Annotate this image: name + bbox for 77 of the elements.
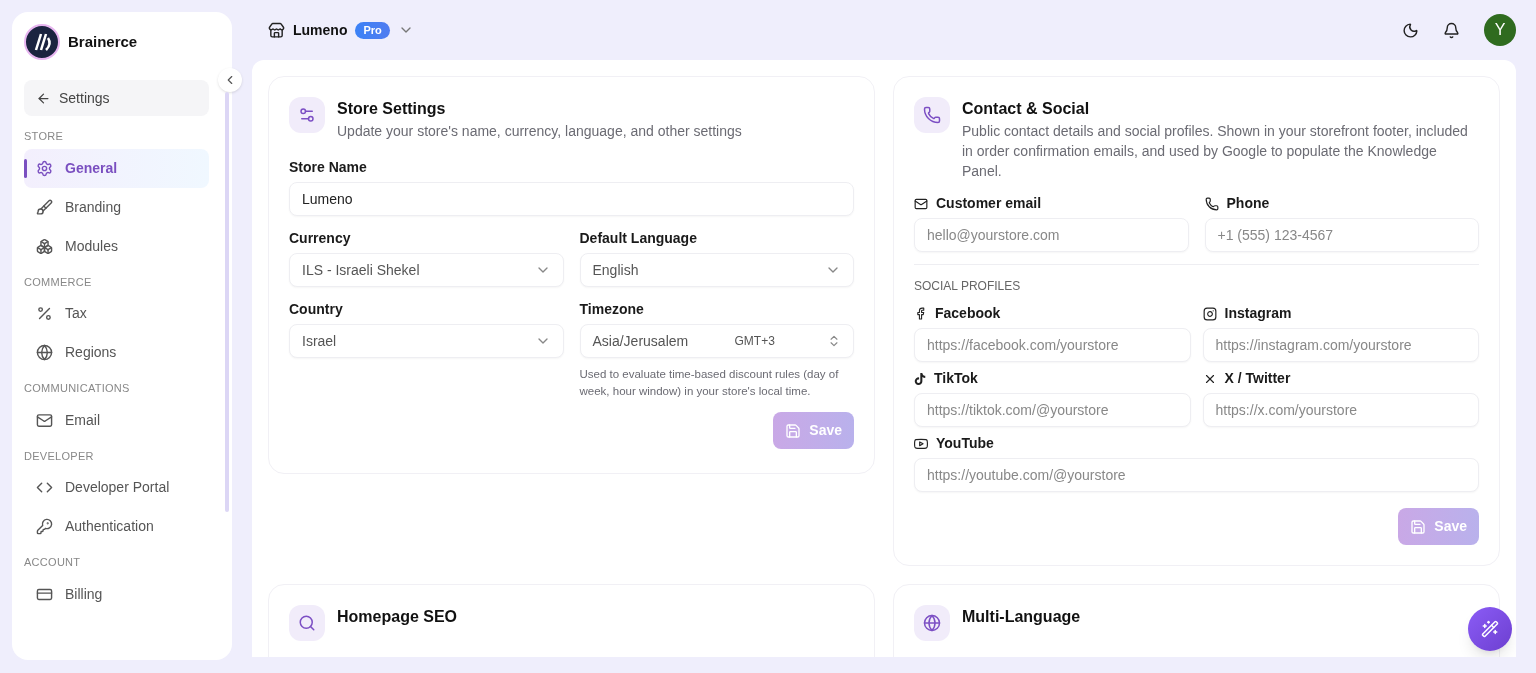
facebook-icon bbox=[914, 307, 927, 320]
phone-icon bbox=[923, 106, 941, 124]
select-field[interactable]: English bbox=[579, 253, 854, 287]
field-label: Default Language bbox=[579, 229, 697, 248]
section-heading: SOCIAL PROFILES bbox=[914, 278, 1022, 295]
select-field[interactable]: Israel bbox=[289, 324, 564, 358]
plan-badge: Pro bbox=[355, 21, 390, 39]
section-heading: STORE bbox=[24, 129, 65, 144]
brush-icon bbox=[36, 198, 53, 216]
section-heading: COMMERCE bbox=[24, 274, 93, 290]
logo-icon bbox=[24, 24, 60, 60]
field-label: Country bbox=[289, 300, 343, 319]
mail-icon bbox=[36, 411, 53, 429]
field-label: X / Twitter bbox=[1224, 369, 1291, 388]
field-label: Instagram bbox=[1224, 304, 1292, 323]
nav-item[interactable]: Developer Portal bbox=[24, 468, 209, 507]
store-name: Lumeno bbox=[293, 20, 348, 40]
field-label: Store Name bbox=[289, 158, 367, 177]
globe-icon bbox=[923, 614, 941, 632]
magic-wand-button[interactable] bbox=[1468, 607, 1512, 651]
card-title: Multi-Language bbox=[962, 607, 1081, 627]
globe-icon bbox=[36, 344, 53, 361]
text-field[interactable]: +1 (555) 123-4567 bbox=[1204, 218, 1479, 252]
text-field[interactable]: Lumeno bbox=[289, 182, 854, 216]
tiktok-icon bbox=[914, 372, 926, 385]
help-text: Used to evaluate time-based discount rules (day of week, hour window) in your store's local time. bbox=[579, 367, 840, 399]
field-label: Facebook bbox=[935, 304, 1001, 323]
section-heading: ACCOUNT bbox=[24, 555, 82, 570]
select-field[interactable]: ILS - Israeli Shekel bbox=[289, 253, 564, 287]
phone-icon bbox=[1204, 196, 1219, 211]
field-label: Timezone bbox=[579, 300, 644, 319]
card-title: Homepage SEO bbox=[337, 607, 458, 627]
youtube-icon bbox=[914, 436, 928, 451]
text-field[interactable]: hello@yourstore.com bbox=[914, 218, 1189, 252]
avatar[interactable]: Y bbox=[1484, 14, 1516, 46]
text-field[interactable]: https://instagram.com/yourstore bbox=[1202, 328, 1479, 362]
bell-icon bbox=[1443, 21, 1460, 39]
text-field[interactable]: https://facebook.com/yourstore bbox=[914, 328, 1191, 362]
card-title: Contact & Social bbox=[962, 99, 1091, 119]
store-icon bbox=[268, 21, 285, 39]
nav-item[interactable]: Email bbox=[24, 400, 209, 440]
field-label: Phone bbox=[1226, 194, 1270, 213]
timezone-select[interactable]: Asia/Jerusalem GMT+3 bbox=[579, 324, 854, 358]
back-button[interactable]: Settings bbox=[24, 80, 209, 116]
card-subtitle: Public contact details and social profiles. Shown in your storefront footer, included in order confirmation emails, and used by Google to populate the Knowledge Panel. bbox=[962, 122, 1469, 181]
save-icon bbox=[785, 422, 802, 439]
boxes-icon bbox=[36, 237, 53, 255]
nav-item[interactable]: Billing bbox=[24, 574, 209, 614]
nav-item[interactable]: Regions bbox=[24, 333, 209, 372]
section-heading: DEVELOPER bbox=[24, 448, 95, 464]
section-heading: COMMUNICATIONS bbox=[24, 381, 131, 396]
field-label: Currency bbox=[289, 229, 351, 248]
moon-icon bbox=[1402, 21, 1419, 39]
collapse-button[interactable] bbox=[218, 68, 242, 92]
nav-item[interactable]: Branding bbox=[24, 187, 209, 227]
brand-name: Brainerce bbox=[68, 31, 138, 52]
sliders-icon bbox=[298, 106, 316, 124]
instagram-icon bbox=[1202, 306, 1217, 321]
magic-wand-icon bbox=[1481, 620, 1499, 638]
text-field[interactable]: https://tiktok.com/@yourstore bbox=[914, 393, 1191, 427]
save-icon bbox=[1410, 518, 1427, 535]
search-icon bbox=[298, 614, 316, 632]
percent-icon bbox=[36, 305, 53, 322]
key-icon bbox=[36, 518, 53, 535]
card-title: Store Settings bbox=[337, 99, 447, 119]
field-label: YouTube bbox=[936, 434, 994, 453]
mail-icon bbox=[914, 196, 928, 211]
nav-item[interactable]: Tax bbox=[24, 294, 209, 333]
field-label: TikTok bbox=[934, 369, 978, 388]
gear-icon bbox=[36, 159, 53, 177]
text-field[interactable]: https://youtube.com/@yourstore bbox=[914, 458, 1479, 492]
card-subtitle: Update your store's name, currency, language, and other settings bbox=[337, 122, 742, 141]
field-label: Customer email bbox=[936, 194, 1042, 213]
text-field[interactable]: https://x.com/yourstore bbox=[1202, 393, 1479, 427]
nav-item[interactable]: General bbox=[24, 148, 209, 188]
nav-item[interactable]: Authentication bbox=[24, 507, 209, 546]
nav-item[interactable]: Modules bbox=[24, 226, 209, 266]
